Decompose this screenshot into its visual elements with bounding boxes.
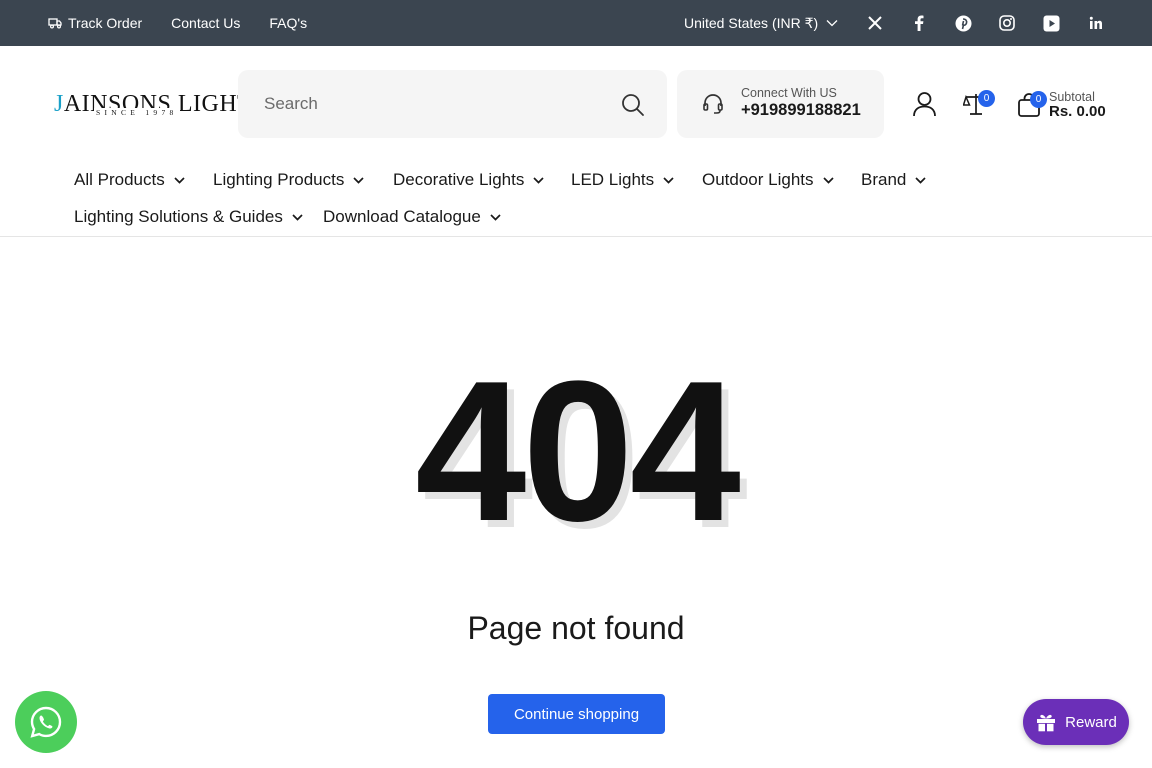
chevron-down-icon	[915, 176, 926, 184]
chevron-down-icon	[822, 176, 834, 184]
top-links: Track Order Contact Us FAQ's	[48, 0, 336, 46]
nav-label: Outdoor Lights	[702, 170, 814, 189]
faq-link[interactable]: FAQ's	[269, 15, 307, 31]
track-order-link[interactable]: Track Order	[48, 15, 142, 31]
linkedin-icon[interactable]	[1086, 13, 1106, 33]
logo-initial: J	[54, 91, 64, 117]
logo[interactable]: JAINSONS LIGHTS SINCE 1978	[54, 91, 266, 120]
x-icon[interactable]	[865, 13, 885, 33]
truck-icon	[48, 18, 62, 29]
connect-label: Connect With US	[741, 86, 837, 100]
nav-lighting-products[interactable]: Lighting Products	[213, 170, 364, 190]
subtotal-value: Rs. 0.00	[1049, 103, 1106, 120]
header-divider	[0, 236, 1152, 237]
nav-label: LED Lights	[571, 170, 655, 189]
nav-all-products[interactable]: All Products	[74, 170, 185, 190]
nav-decorative-lights[interactable]: Decorative Lights	[393, 170, 544, 190]
nav-label: All Products	[74, 170, 165, 189]
whatsapp-icon	[30, 706, 62, 738]
logo-tagline: SINCE 1978	[94, 108, 180, 117]
search-icon[interactable]	[620, 92, 646, 118]
reward-button[interactable]: Reward	[1023, 699, 1129, 745]
pinterest-icon[interactable]	[953, 13, 973, 33]
facebook-icon[interactable]	[909, 13, 929, 33]
whatsapp-button[interactable]	[15, 691, 77, 753]
compare-count-badge: 0	[978, 90, 995, 107]
nav-led-lights[interactable]: LED Lights	[571, 170, 674, 190]
nav-label: Decorative Lights	[393, 170, 525, 189]
gift-icon	[1037, 714, 1056, 732]
account-icon[interactable]	[912, 91, 937, 122]
cart-count-badge: 0	[1030, 91, 1047, 108]
nav-label: Download Catalogue	[323, 207, 481, 226]
phone-number: +919899188821	[741, 101, 861, 119]
nav-label: Lighting Products	[213, 170, 345, 189]
contact-us-label: Contact Us	[171, 15, 241, 31]
contact-us-link[interactable]: Contact Us	[171, 15, 240, 31]
search-input[interactable]	[238, 70, 608, 138]
region-selector[interactable]: United States (INR ₹)	[684, 0, 838, 46]
nav-download-catalogue[interactable]: Download Catalogue	[323, 207, 501, 227]
nav-outdoor-lights[interactable]: Outdoor Lights	[702, 170, 834, 190]
contact-box[interactable]: Connect With US +919899188821	[677, 70, 884, 138]
top-bar: Track Order Contact Us FAQ's United Stat…	[0, 0, 1152, 46]
faq-label: FAQ's	[269, 15, 308, 31]
reward-label: Reward	[1065, 713, 1117, 731]
chevron-down-icon	[353, 176, 364, 184]
subtotal-label: Subtotal	[1049, 90, 1095, 104]
nav-label: Brand	[861, 170, 907, 189]
nav-label: Lighting Solutions & Guides	[74, 207, 283, 226]
chevron-down-icon	[490, 213, 501, 221]
page-not-found-message: Page not found	[467, 610, 685, 646]
nav-brand[interactable]: Brand	[861, 170, 926, 190]
chevron-down-icon	[292, 213, 303, 221]
chevron-down-icon	[533, 176, 544, 184]
nav-lighting-solutions[interactable]: Lighting Solutions & Guides	[74, 207, 303, 227]
error-code: 404	[415, 340, 741, 563]
chevron-down-icon	[663, 176, 674, 184]
track-order-label: Track Order	[68, 15, 143, 31]
chevron-down-icon	[826, 20, 838, 27]
continue-shopping-button[interactable]: Continue shopping	[488, 694, 665, 734]
instagram-icon[interactable]	[997, 13, 1017, 33]
headset-icon	[701, 92, 725, 121]
search-bar	[238, 70, 667, 138]
region-label: United States (INR ₹)	[684, 14, 819, 31]
chevron-down-icon	[174, 176, 185, 184]
youtube-icon[interactable]	[1041, 13, 1061, 33]
